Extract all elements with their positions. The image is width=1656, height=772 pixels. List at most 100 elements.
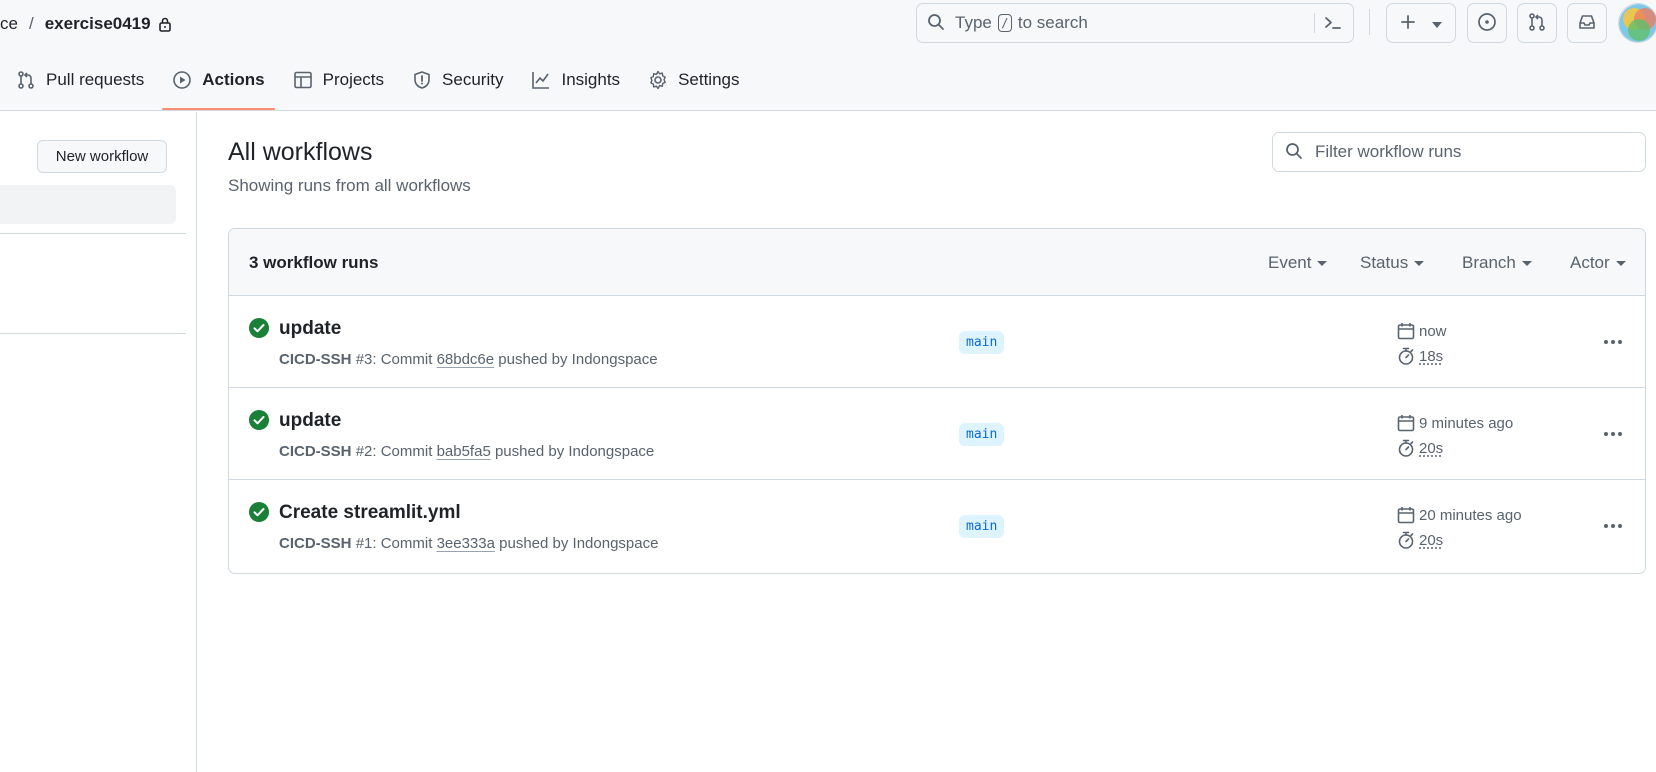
tab-label: Pull requests <box>46 70 145 89</box>
branch-label[interactable]: main <box>959 515 1005 538</box>
tab-settings[interactable]: Settings <box>648 62 740 110</box>
tab-pull-requests[interactable]: Pull requests <box>0 62 144 110</box>
tab-label: Actions <box>202 70 265 89</box>
page-subtitle: Showing runs from all workflows <box>228 176 471 195</box>
inbox-icon <box>1577 12 1597 35</box>
issue-icon <box>1477 12 1497 35</box>
run-number: #1 <box>355 535 373 552</box>
calendar-icon <box>1397 323 1415 340</box>
pull-request-icon <box>16 70 36 90</box>
kebab-menu-icon[interactable] <box>1599 328 1627 356</box>
tab-security[interactable]: Security <box>412 62 503 110</box>
run-pushed-by: pushed by Indongspace <box>499 535 659 552</box>
issues-button[interactable] <box>1467 3 1507 43</box>
tab-projects[interactable]: Projects <box>293 62 384 110</box>
workflow-runs-list: 3 workflow runs Event Status Branch Acto… <box>228 228 1646 574</box>
filter-label: Branch <box>1462 253 1516 272</box>
search-icon <box>927 13 945 34</box>
caret-down-icon <box>1414 260 1425 266</box>
divider <box>1314 13 1315 33</box>
play-icon <box>172 70 192 90</box>
run-commit-label: Commit <box>380 535 433 552</box>
search-shortcut-key: / <box>997 14 1012 32</box>
success-check-icon <box>249 318 269 338</box>
commit-sha-link[interactable]: bab5fa5 <box>437 443 491 460</box>
command-palette-icon[interactable] <box>1323 13 1343 36</box>
tab-label: Insights <box>561 70 621 89</box>
sidebar-item-all-workflows[interactable] <box>0 185 176 224</box>
tab-insights[interactable]: Insights <box>531 62 620 110</box>
workflow-run-row[interactable]: update CICD-SSH #2: Commit bab5fa5 pushe… <box>229 388 1645 480</box>
run-meta: CICD-SSH #3: Commit 68bdc6e pushed by In… <box>279 351 658 368</box>
breadcrumb-owner[interactable]: ce <box>0 14 18 34</box>
calendar-icon <box>1397 415 1415 432</box>
run-time-text: 20 minutes ago <box>1419 506 1522 524</box>
filter-label: Status <box>1360 253 1409 272</box>
run-pushed-by: pushed by Indongspace <box>494 443 655 460</box>
run-number: #3 <box>355 351 373 368</box>
run-workflow-name: CICD-SSH <box>279 535 352 552</box>
workflow-run-row[interactable]: update CICD-SSH #3: Commit 68bdc6e pushe… <box>229 296 1645 388</box>
kebab-menu-icon[interactable] <box>1599 420 1627 448</box>
run-meta: CICD-SSH #2: Commit bab5fa5 pushed by In… <box>279 443 655 460</box>
success-check-icon <box>249 410 269 430</box>
run-workflow-name: CICD-SSH <box>279 443 352 460</box>
new-workflow-button[interactable]: New workflow <box>37 140 167 173</box>
run-duration: 18s <box>1397 347 1443 365</box>
stopwatch-icon <box>1398 439 1414 457</box>
breadcrumb-repo[interactable]: exercise0419 <box>45 14 151 34</box>
tab-actions[interactable]: Actions <box>162 62 276 110</box>
run-title-link[interactable]: update <box>279 318 341 340</box>
workflow-run-row[interactable]: Create streamlit.yml CICD-SSH #1: Commit… <box>229 480 1645 572</box>
branch-label[interactable]: main <box>959 331 1005 354</box>
run-timestamp: 9 minutes ago <box>1397 414 1513 432</box>
filter-runs-input[interactable] <box>1315 142 1635 162</box>
event-filter-dropdown[interactable]: Event <box>1268 253 1328 273</box>
filter-runs-field[interactable] <box>1272 132 1646 172</box>
commit-sha-link[interactable]: 3ee333a <box>437 535 495 552</box>
run-title-link[interactable]: update <box>279 410 341 432</box>
top-header: ce / exercise0419 Type / to search Pull … <box>0 0 1656 111</box>
divider <box>0 233 186 234</box>
repo-nav-tabs: Pull requests Actions Projects Security … <box>0 62 768 110</box>
divider <box>0 333 186 334</box>
actor-filter-dropdown[interactable]: Actor <box>1570 253 1626 273</box>
gear-icon <box>648 70 668 90</box>
runs-list-header: 3 workflow runs Event Status Branch Acto… <box>229 229 1645 296</box>
run-meta: CICD-SSH #1: Commit 3ee333a pushed by In… <box>279 535 659 552</box>
caret-down-icon <box>1521 260 1532 266</box>
run-commit-label: Commit <box>380 351 433 368</box>
run-duration-text: 20s <box>1419 531 1444 549</box>
global-search-input[interactable]: Type / to search <box>916 3 1354 43</box>
user-avatar[interactable] <box>1618 3 1656 43</box>
calendar-icon <box>1397 507 1415 524</box>
run-timestamp: now <box>1397 322 1447 340</box>
pull-requests-button[interactable] <box>1517 3 1557 43</box>
caret-down-icon <box>1317 260 1328 266</box>
tab-label: Settings <box>678 70 740 89</box>
tab-label: Security <box>442 70 504 89</box>
search-placeholder-after: to search <box>1017 13 1088 32</box>
commit-sha-link[interactable]: 68bdc6e <box>437 351 495 368</box>
inbox-button[interactable] <box>1567 3 1607 43</box>
search-placeholder: Type / to search <box>955 13 1088 33</box>
tab-label: Projects <box>322 70 385 89</box>
status-filter-dropdown[interactable]: Status <box>1360 253 1425 273</box>
breadcrumb: ce / exercise0419 <box>0 12 172 36</box>
run-duration: 20s <box>1397 531 1443 549</box>
branch-label[interactable]: main <box>959 423 1005 446</box>
branch-filter-dropdown[interactable]: Branch <box>1462 253 1532 273</box>
runs-count: 3 workflow runs <box>249 253 379 272</box>
graph-icon <box>531 70 551 90</box>
filter-label: Actor <box>1570 253 1610 272</box>
search-placeholder-before: Type <box>955 13 992 32</box>
kebab-menu-icon[interactable] <box>1599 512 1627 540</box>
create-new-button[interactable] <box>1386 3 1456 43</box>
run-timestamp: 20 minutes ago <box>1397 506 1522 524</box>
workflows-sidebar: New workflow <box>0 112 197 772</box>
run-number: #2 <box>355 443 373 460</box>
plus-icon <box>1400 14 1416 33</box>
page-title: All workflows <box>228 138 373 166</box>
run-duration-text: 20s <box>1419 439 1444 457</box>
run-title-link[interactable]: Create streamlit.yml <box>279 502 461 524</box>
